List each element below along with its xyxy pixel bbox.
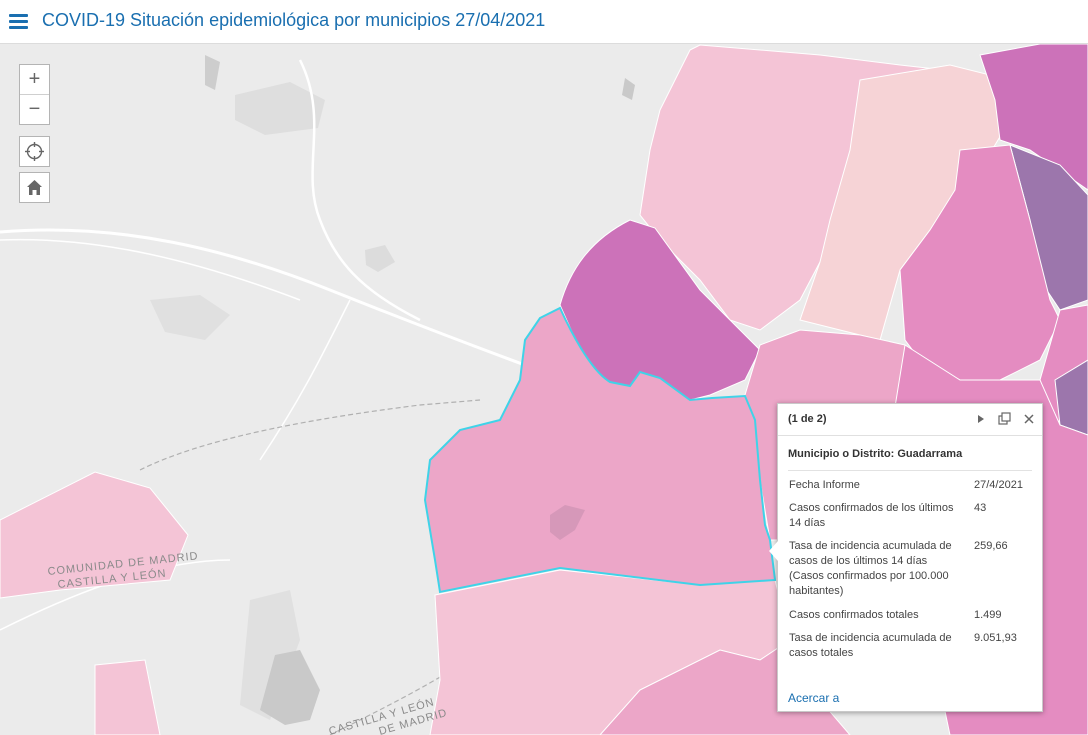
- menu-icon[interactable]: [9, 14, 28, 29]
- popup-pointer: [769, 541, 778, 561]
- field-label-tasa-14: Tasa de incidencia acumulada de casos de…: [789, 540, 952, 597]
- field-value-tasa-totales: 9.051,93: [974, 632, 1017, 644]
- home-icon: [27, 180, 42, 195]
- zoom-control: + −: [19, 64, 50, 125]
- close-icon: [1024, 414, 1034, 424]
- next-feature-button[interactable]: [973, 411, 989, 427]
- locate-icon: [25, 142, 44, 161]
- field-label-casos-totales: Casos confirmados totales: [789, 609, 919, 621]
- popup-header: (1 de 2): [778, 404, 1042, 436]
- field-label-tasa-totales: Tasa de incidencia acumulada de casos to…: [789, 632, 952, 659]
- info-popup: (1 de 2) Municipio o Distrito: Guadarram…: [769, 403, 1043, 712]
- field-value-casos-totales: 1.499: [974, 609, 1002, 621]
- popup-title: Municipio o Distrito: Guadarrama: [788, 448, 963, 460]
- field-label-fecha: Fecha Informe: [789, 479, 860, 491]
- home-button[interactable]: [19, 172, 50, 203]
- zoom-to-link[interactable]: Acercar a: [788, 691, 839, 705]
- dock-button[interactable]: [996, 411, 1012, 427]
- next-icon: [978, 415, 984, 423]
- close-popup-button[interactable]: [1021, 411, 1037, 427]
- field-label-casos-14: Casos confirmados de los últimos 14 días: [789, 502, 954, 529]
- app-header: COVID-19 Situación epidemiológica por mu…: [0, 0, 1088, 44]
- field-value-casos-14: 43: [974, 502, 987, 514]
- field-value-tasa-14: 259,66: [974, 540, 1008, 552]
- dock-icon: [998, 412, 1011, 425]
- zoom-in-button[interactable]: +: [20, 65, 49, 94]
- locate-button[interactable]: [19, 136, 50, 167]
- popup-divider: [788, 470, 1032, 471]
- zoom-out-button[interactable]: −: [20, 94, 49, 124]
- field-value-fecha: 27/4/2021: [974, 479, 1023, 491]
- popup-pager: (1 de 2): [788, 413, 827, 425]
- app-title: COVID-19 Situación epidemiológica por mu…: [42, 10, 546, 30]
